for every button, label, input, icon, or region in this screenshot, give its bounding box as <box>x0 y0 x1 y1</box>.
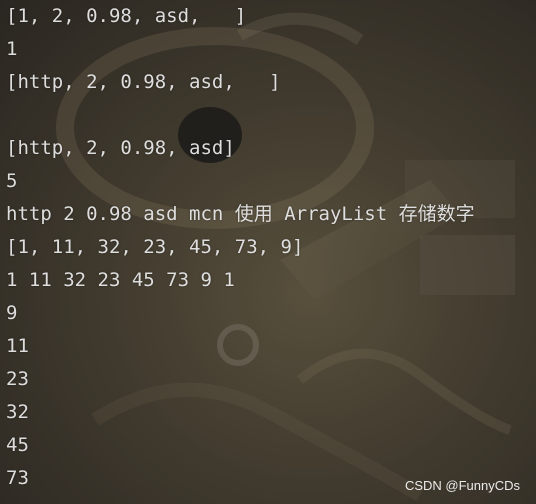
console-line: 23 <box>6 368 29 390</box>
console-line: 11 <box>6 335 29 357</box>
watermark: CSDN @FunnyCDs <box>404 478 520 493</box>
console-line: 45 <box>6 434 29 456</box>
console-line: 32 <box>6 401 29 423</box>
console-output: [1, 2, 0.98, asd, ] 1 [http, 2, 0.98, as… <box>6 0 530 495</box>
console-line: 1 11 32 23 45 73 9 1 <box>6 269 235 291</box>
console-line: 5 <box>6 170 18 192</box>
console-line: 1 <box>6 38 18 60</box>
console-line: [1, 11, 32, 23, 45, 73, 9] <box>6 236 304 258</box>
console-line: [http, 2, 0.98, asd, ] <box>6 71 281 93</box>
console-line: http 2 0.98 asd mcn 使用 ArrayList 存储数字 <box>6 203 475 225</box>
console-line: [http, 2, 0.98, asd] <box>6 137 235 159</box>
console-line: 9 <box>6 302 18 324</box>
console-line: [1, 2, 0.98, asd, ] <box>6 5 247 27</box>
